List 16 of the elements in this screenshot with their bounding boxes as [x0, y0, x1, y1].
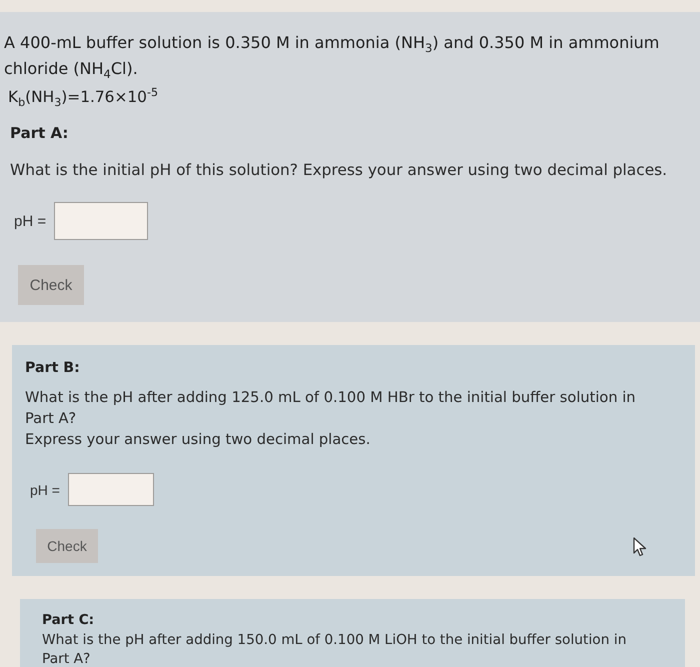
answer-label: pH = [14, 212, 46, 230]
problem-statement: A 400-mL buffer solution is 0.350 M in ammonia (NH$_{3}$) and 0.350 M in ammonium chloride (NH$_{4}$Cl). [4, 32, 660, 82]
answer-field[interactable] [68, 473, 154, 506]
check-button[interactable]: Check [36, 529, 98, 563]
question-text: What is the pH after adding 150.0 mL of 0.100 M LiOH to the initial buffer solution in Part A? [42, 631, 628, 667]
cursor-icon [633, 537, 648, 557]
part-label: Part C: [42, 611, 94, 630]
question-text: What is the initial pH of this solution? Express your answer using two decimal places. [10, 160, 668, 181]
question-text: What is the pH after adding 125.0 mL of 0.100 M HBr to the initial buffer solution in Part A? [25, 388, 637, 429]
equilibrium-constant: K$_{b}$(NH$_{3}$)=1.76×10$^{-5}$ [8, 84, 159, 110]
part-label: Part B: [25, 359, 80, 378]
answer-label: pH = [30, 482, 60, 498]
instruction-text: Express your answer using two decimal places. [25, 430, 372, 450]
answer-field[interactable] [54, 202, 148, 240]
part-label: Part A: [10, 123, 68, 144]
check-button[interactable]: Check [18, 265, 84, 305]
